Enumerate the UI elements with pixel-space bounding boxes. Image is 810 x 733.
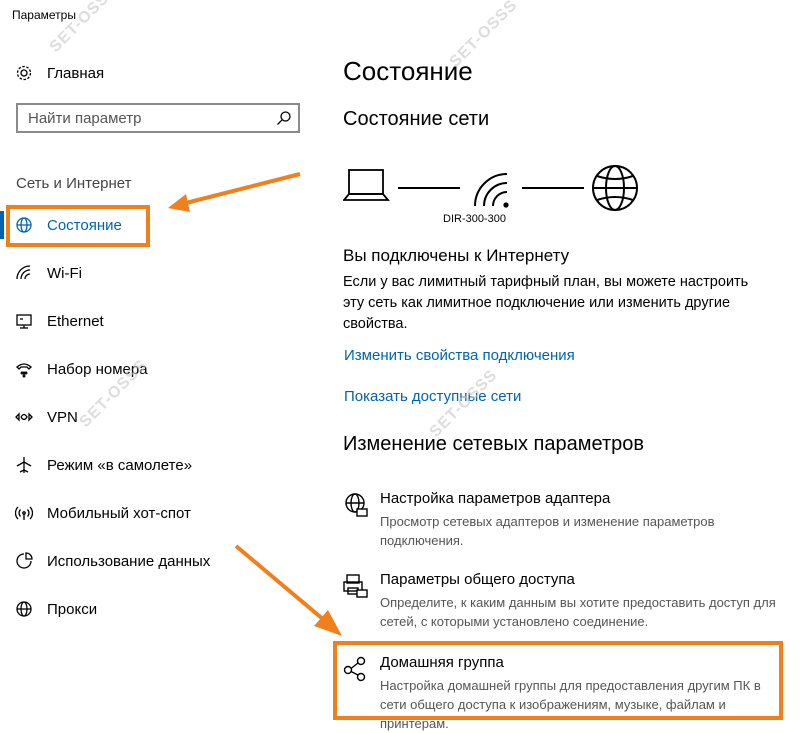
network-status-title: Состояние сети	[343, 108, 490, 130]
sidebar-item-wifi[interactable]: Wi-Fi	[0, 253, 300, 293]
internet-globe-icon	[592, 165, 638, 211]
setting-description: Просмотр сетевых адаптеров и изменение п…	[380, 514, 715, 548]
sidebar-item-ethernet[interactable]: Ethernet	[0, 301, 300, 341]
watermark: SET-OSSS	[446, 0, 521, 71]
window-title: Параметры	[12, 8, 76, 22]
setting-sharing-options[interactable]: Параметры общего доступа Определите, к к…	[343, 571, 783, 631]
proxy-globe-icon	[15, 600, 33, 618]
highlight-box-homegroup	[333, 641, 783, 720]
sidebar-home[interactable]: Главная	[0, 53, 300, 93]
sidebar-item-label: Ethernet	[47, 312, 104, 330]
router-name: DIR-300-300	[443, 213, 506, 225]
search-box[interactable]	[16, 103, 300, 133]
laptop-icon	[343, 169, 390, 201]
sidebar-item-label: Прокси	[47, 600, 98, 618]
sidebar-item-label: Режим «в самолете»	[47, 456, 193, 474]
hotspot-icon	[15, 504, 33, 522]
annotation-arrow-bottom	[234, 544, 342, 636]
vpn-icon	[15, 408, 33, 426]
sidebar-item-label: Wi-Fi	[47, 264, 82, 282]
ethernet-icon	[15, 312, 33, 330]
show-available-networks-link[interactable]: Показать доступные сети	[344, 388, 521, 405]
data-usage-icon	[15, 552, 33, 570]
search-icon[interactable]	[276, 110, 292, 126]
wifi-icon	[15, 264, 33, 282]
gear-icon	[15, 64, 33, 82]
change-connection-properties-link[interactable]: Изменить свойства подключения	[344, 347, 575, 364]
connected-heading: Вы подключены к Интернету	[343, 246, 570, 265]
change-settings-title: Изменение сетевых параметров	[343, 433, 644, 455]
adapter-globe-icon	[343, 492, 369, 518]
section-title: Сеть и Интернет	[16, 175, 132, 192]
search-input[interactable]	[18, 105, 268, 131]
sidebar-item-label: Использование данных	[47, 552, 211, 570]
sidebar-home-label: Главная	[47, 64, 105, 82]
sidebar-item-vpn[interactable]: VPN	[0, 397, 300, 437]
sidebar-item-hotspot[interactable]: Мобильный хот-спот	[0, 493, 300, 533]
highlight-box-status	[6, 205, 150, 247]
setting-adapter-options[interactable]: Настройка параметров адаптера Просмотр с…	[343, 490, 783, 550]
diagram-line-2	[522, 187, 584, 189]
annotation-arrow-top	[168, 172, 301, 212]
sidebar-item-airplane[interactable]: Режим «в самолете»	[0, 445, 300, 485]
sidebar-item-label: Мобильный хот-спот	[47, 504, 191, 522]
wifi-signal-icon	[474, 173, 509, 208]
dialup-icon	[15, 360, 33, 378]
diagram-line-1	[398, 187, 460, 189]
sidebar-item-label: VPN	[47, 408, 78, 426]
setting-title: Настройка параметров адаптера	[380, 490, 611, 507]
setting-title: Параметры общего доступа	[380, 571, 575, 588]
setting-description: Определите, к каким данным вы хотите пре…	[380, 595, 776, 629]
airplane-icon	[15, 456, 33, 474]
connected-text: Если у вас лимитный тарифный план, вы мо…	[343, 274, 749, 332]
